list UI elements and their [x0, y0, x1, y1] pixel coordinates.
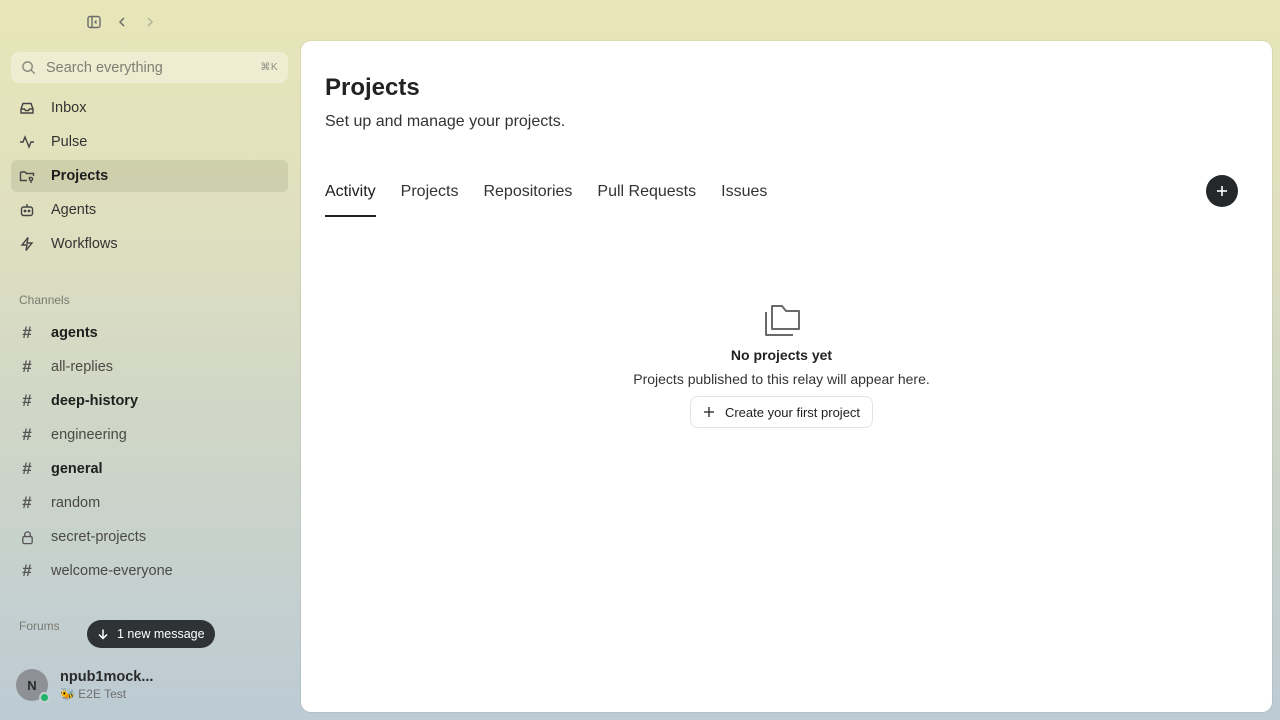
channel-name: general: [51, 461, 103, 477]
search-shortcut: ⌘K: [260, 62, 278, 73]
channel-item-engineering[interactable]: # engineering: [11, 418, 288, 452]
avatar: N: [16, 669, 50, 703]
plus-icon: [1215, 184, 1229, 198]
hash-icon: #: [22, 493, 32, 512]
sidebar-item-pulse[interactable]: Pulse: [11, 126, 288, 158]
channel-name: random: [51, 495, 101, 511]
create-first-project-button[interactable]: Create your first project: [689, 396, 874, 428]
bot-icon: [19, 202, 35, 218]
sidebar-item-label: Projects: [51, 168, 109, 184]
page-subtitle: Set up and manage your projects.: [325, 113, 566, 130]
sidebar-item-label: Pulse: [51, 134, 88, 150]
tab-repositories[interactable]: Repositories: [483, 177, 572, 217]
page-title: Projects: [325, 74, 420, 101]
hash-icon: #: [22, 561, 32, 580]
search-placeholder: Search everything: [46, 59, 163, 76]
zap-icon: [19, 236, 35, 252]
folders-icon: [762, 299, 802, 337]
sidebar-item-projects[interactable]: Projects: [11, 160, 288, 192]
main-panel: Projects Set up and manage your projects…: [301, 41, 1272, 712]
channel-list: # agents # all-replies # deep-history # …: [11, 316, 288, 588]
sidebar-item-label: Inbox: [51, 100, 87, 116]
hash-icon: #: [22, 425, 32, 444]
empty-state: No projects yet Projects published to th…: [301, 299, 1262, 428]
forums-heading: Forums: [19, 619, 60, 633]
avatar-initial: N: [27, 677, 37, 693]
empty-state-description: Projects published to this relay will ap…: [633, 371, 930, 387]
channel-name: secret-projects: [51, 529, 147, 545]
sidebar-item-label: Agents: [51, 202, 97, 218]
hash-icon: #: [22, 323, 32, 342]
sidebar-item-inbox[interactable]: Inbox: [11, 92, 288, 124]
lock-icon: [19, 530, 35, 545]
presence-indicator: [39, 692, 50, 703]
channel-item-general[interactable]: # general: [11, 452, 288, 486]
channel-item-secret-projects[interactable]: secret-projects: [11, 520, 288, 554]
folder-git-icon: [19, 168, 35, 184]
search-input[interactable]: Search everything ⌘K: [11, 52, 288, 83]
tab-pull-requests[interactable]: Pull Requests: [597, 177, 696, 217]
sidebar-item-workflows[interactable]: Workflows: [11, 228, 288, 260]
inbox-icon: [19, 100, 35, 116]
new-message-pill[interactable]: 1 new message: [87, 620, 215, 648]
search-icon: [21, 60, 36, 75]
tab-projects[interactable]: Projects: [401, 177, 459, 217]
channel-name: all-replies: [51, 359, 114, 375]
hash-icon: #: [22, 391, 32, 410]
channel-item-agents[interactable]: # agents: [11, 316, 288, 350]
hash-icon: #: [22, 459, 32, 478]
user-status: 🐝 E2E Test: [60, 687, 127, 701]
new-message-label: 1 new message: [117, 627, 205, 641]
sidebar: Search everything ⌘K Inbox Pulse Project…: [0, 0, 300, 720]
main-nav: Inbox Pulse Projects Agents Workflows: [11, 92, 288, 262]
tab-issues[interactable]: Issues: [721, 177, 767, 217]
hash-icon: #: [22, 357, 32, 376]
channels-heading: Channels: [19, 293, 70, 307]
tab-bar: Activity Projects Repositories Pull Requ…: [325, 177, 767, 217]
user-profile[interactable]: N npub1mock... 🐝 E2E Test: [16, 669, 154, 703]
add-project-button[interactable]: [1206, 175, 1238, 207]
channel-item-random[interactable]: # random: [11, 486, 288, 520]
channel-name: engineering: [51, 427, 127, 443]
channel-name: agents: [51, 325, 98, 341]
user-name: npub1mock...: [60, 669, 154, 685]
channel-item-all-replies[interactable]: # all-replies: [11, 350, 288, 384]
activity-icon: [19, 134, 35, 150]
sidebar-item-label: Workflows: [51, 236, 118, 252]
empty-state-title: No projects yet: [730, 347, 833, 363]
channel-name: welcome-everyone: [51, 563, 173, 579]
channel-item-deep-history[interactable]: # deep-history: [11, 384, 288, 418]
sidebar-item-agents[interactable]: Agents: [11, 194, 288, 226]
arrow-down-icon: [97, 628, 109, 640]
channel-name: deep-history: [51, 393, 139, 409]
tab-activity[interactable]: Activity: [325, 177, 376, 217]
plus-icon: [703, 406, 715, 418]
create-first-project-label: Create your first project: [724, 404, 861, 420]
channel-item-welcome-everyone[interactable]: # welcome-everyone: [11, 554, 288, 588]
